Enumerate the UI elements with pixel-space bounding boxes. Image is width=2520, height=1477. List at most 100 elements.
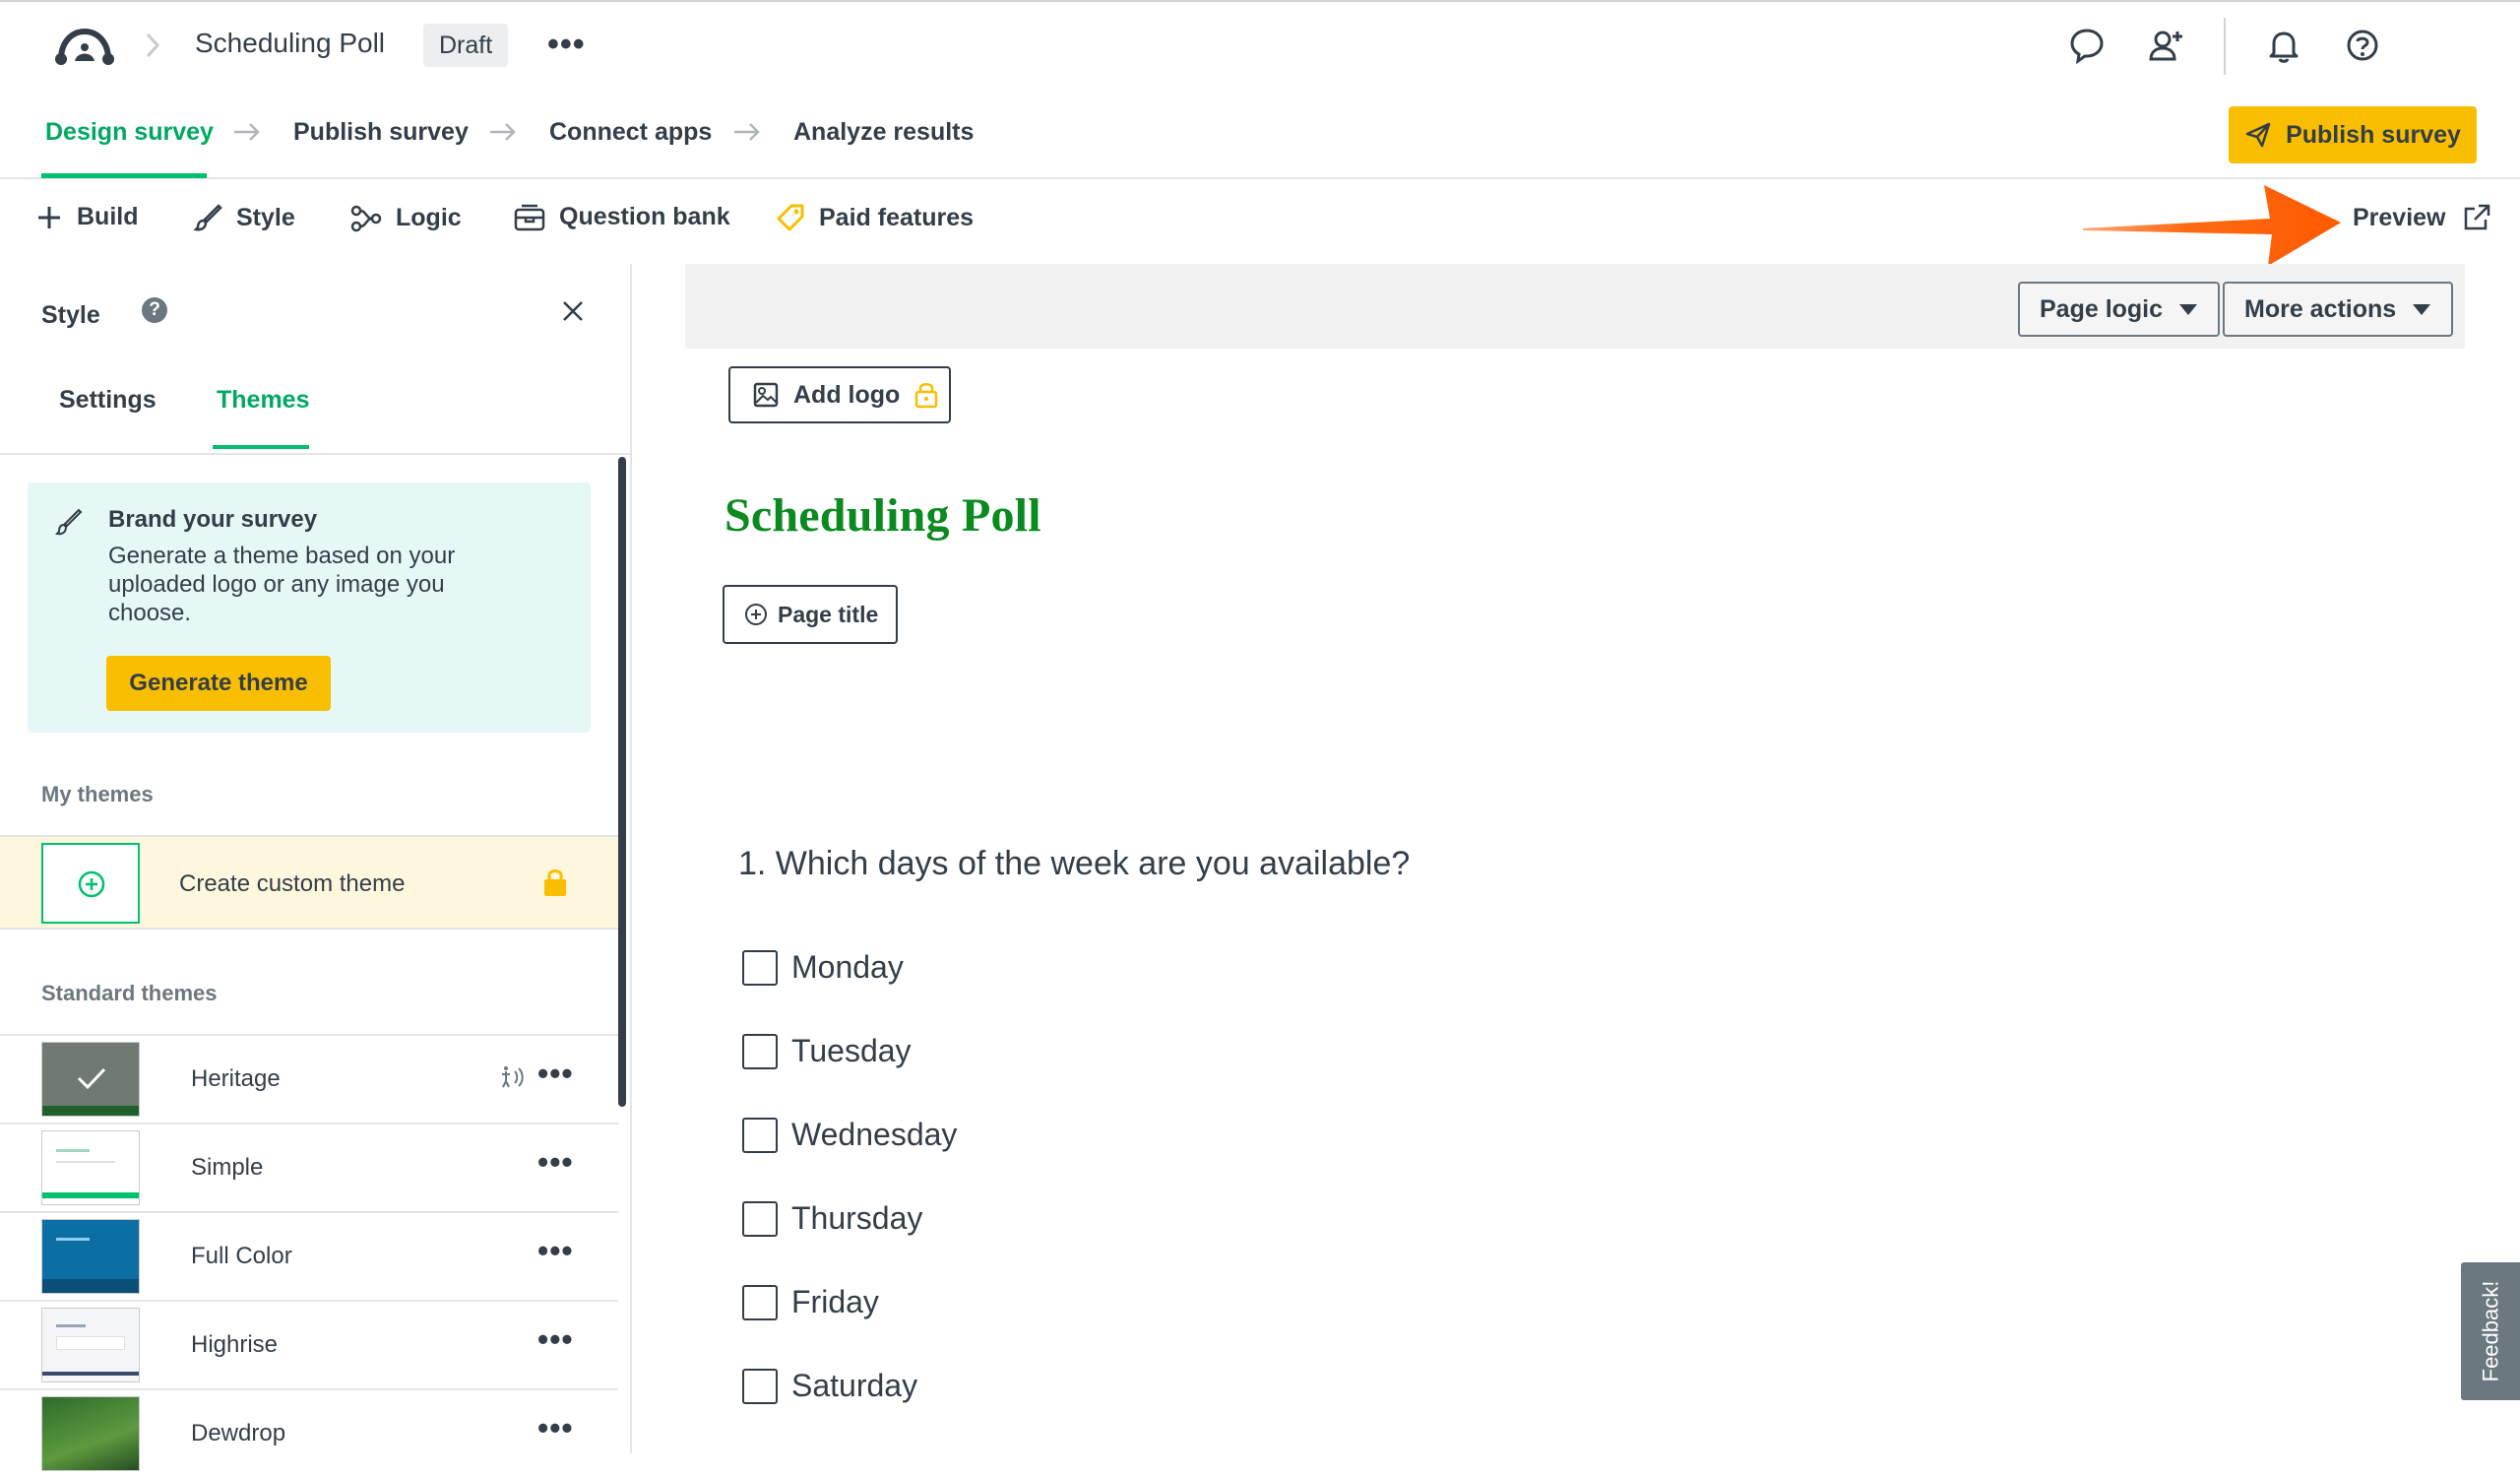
- theme-name: Simple: [191, 1154, 264, 1181]
- paper-plane-icon: [2244, 121, 2272, 149]
- preview-link[interactable]: Preview: [2353, 203, 2491, 232]
- annotation-arrow-icon: [2083, 183, 2343, 268]
- step-analyze-results[interactable]: Analyze results: [793, 118, 974, 147]
- question-bank-icon: [514, 204, 545, 231]
- theme-more-button[interactable]: •••: [537, 1056, 574, 1092]
- step-connect-apps[interactable]: Connect apps: [549, 118, 712, 147]
- add-circle-icon: [744, 603, 768, 626]
- close-icon[interactable]: [561, 299, 585, 323]
- image-icon: [752, 381, 780, 409]
- simple-theme-thumbnail: [41, 1130, 140, 1205]
- step-publish-survey[interactable]: Publish survey: [293, 118, 469, 147]
- active-step-indicator: [41, 173, 207, 178]
- brand-your-survey-card: Brand your survey Generate a theme based…: [28, 482, 591, 733]
- checkbox-option[interactable]: Wednesday: [742, 1117, 957, 1153]
- page-logic-button[interactable]: Page logic: [2018, 282, 2221, 337]
- checkbox-option[interactable]: Tuesday: [742, 1033, 912, 1069]
- header-divider: [2224, 18, 2226, 75]
- theme-row[interactable]: Simple •••: [0, 1123, 618, 1211]
- feedback-tab[interactable]: Feedback!: [2461, 1262, 2520, 1400]
- survey-more-options-button[interactable]: •••: [547, 28, 586, 61]
- caret-down-icon: [2178, 302, 2198, 316]
- checkbox[interactable]: [742, 949, 778, 986]
- dewdrop-theme-thumbnail: [41, 1396, 140, 1471]
- panel-help-icon[interactable]: ?: [142, 297, 167, 323]
- panel-title: Style: [41, 301, 100, 329]
- publish-survey-button[interactable]: Publish survey: [2229, 106, 2477, 163]
- checkmark-icon: [76, 1066, 107, 1090]
- step-navigation: Design survey Publish survey Connect app…: [0, 89, 2520, 179]
- accessibility-icon: [498, 1063, 526, 1091]
- style-tool[interactable]: Style: [193, 203, 295, 232]
- theme-name: Highrise: [191, 1331, 279, 1358]
- tab-settings[interactable]: Settings: [59, 386, 157, 415]
- more-actions-label: More actions: [2244, 294, 2397, 323]
- theme-more-button[interactable]: •••: [537, 1410, 574, 1446]
- paid-features-tool[interactable]: Paid features: [776, 203, 974, 232]
- logic-tool[interactable]: Logic: [350, 203, 462, 232]
- question-text[interactable]: 1. Which days of the week are you availa…: [738, 845, 1410, 883]
- logic-label: Logic: [396, 203, 462, 231]
- page-title-button[interactable]: Page title: [723, 585, 898, 644]
- plus-icon: [35, 204, 63, 231]
- option-label: Monday: [791, 949, 904, 985]
- price-tag-icon: [776, 203, 805, 232]
- style-panel: Style ? Settings Themes Brand your surve…: [0, 264, 632, 1471]
- option-label: Friday: [791, 1284, 879, 1319]
- help-icon[interactable]: [2343, 26, 2382, 65]
- build-label: Build: [77, 203, 139, 230]
- bell-icon[interactable]: [2264, 26, 2303, 65]
- highrise-theme-thumbnail: [41, 1308, 140, 1382]
- theme-name: Full Color: [191, 1243, 292, 1269]
- caret-down-icon: [2412, 302, 2431, 316]
- theme-row[interactable]: Highrise •••: [0, 1300, 618, 1388]
- tab-themes[interactable]: Themes: [217, 386, 309, 415]
- checkbox[interactable]: [742, 1200, 778, 1237]
- logic-branch-icon: [350, 203, 382, 232]
- question-bank-tool[interactable]: Question bank: [514, 203, 730, 231]
- panel-scrollbar[interactable]: [618, 457, 626, 1107]
- build-tool[interactable]: Build: [35, 203, 139, 231]
- step-design-survey[interactable]: Design survey: [45, 118, 214, 147]
- survey-heading[interactable]: Scheduling Poll: [724, 488, 1041, 543]
- step-arrow-icon: [732, 120, 762, 144]
- preview-label: Preview: [2353, 203, 2446, 231]
- option-label: Saturday: [791, 1368, 918, 1403]
- checkbox[interactable]: [742, 1033, 778, 1069]
- theme-more-button[interactable]: •••: [537, 1144, 574, 1181]
- page-title-label: Page title: [778, 601, 879, 627]
- checkbox[interactable]: [742, 1368, 778, 1404]
- theme-row[interactable]: Dewdrop •••: [0, 1388, 618, 1477]
- surveymonkey-logo-icon[interactable]: [53, 24, 116, 69]
- theme-more-button[interactable]: •••: [537, 1233, 574, 1269]
- create-custom-theme-row[interactable]: Create custom theme: [0, 835, 618, 930]
- tab-divider: [0, 453, 630, 455]
- checkbox[interactable]: [742, 1284, 778, 1320]
- publish-survey-label: Publish survey: [2286, 120, 2461, 149]
- heritage-theme-thumbnail: [41, 1042, 140, 1117]
- brand-card-description: Generate a theme based on your uploaded …: [108, 543, 456, 626]
- chat-bubble-icon[interactable]: [2067, 26, 2107, 65]
- feedback-label: Feedback!: [2478, 1280, 2503, 1382]
- question-bank-label: Question bank: [559, 203, 730, 230]
- theme-name: Dewdrop: [191, 1420, 286, 1446]
- option-label: Thursday: [791, 1200, 923, 1236]
- paid-features-label: Paid features: [819, 203, 975, 231]
- checkbox-option[interactable]: Monday: [742, 949, 904, 986]
- theme-more-button[interactable]: •••: [537, 1321, 574, 1358]
- theme-row[interactable]: Heritage •••: [0, 1034, 618, 1123]
- external-link-icon: [2462, 203, 2491, 232]
- checkbox-option[interactable]: Thursday: [742, 1200, 922, 1237]
- more-actions-button[interactable]: More actions: [2223, 282, 2454, 337]
- theme-row[interactable]: Full Color •••: [0, 1211, 618, 1300]
- pen-icon: [55, 508, 83, 536]
- add-user-icon[interactable]: [2146, 26, 2185, 65]
- checkbox-option[interactable]: Friday: [742, 1284, 879, 1320]
- checkbox[interactable]: [742, 1117, 778, 1153]
- generate-theme-button[interactable]: Generate theme: [106, 656, 331, 711]
- add-logo-button[interactable]: Add logo: [728, 366, 951, 423]
- survey-title[interactable]: Scheduling Poll: [195, 28, 385, 59]
- standard-themes-heading: Standard themes: [41, 981, 218, 1005]
- create-custom-theme-label: Create custom theme: [179, 870, 406, 897]
- checkbox-option[interactable]: Saturday: [742, 1368, 917, 1404]
